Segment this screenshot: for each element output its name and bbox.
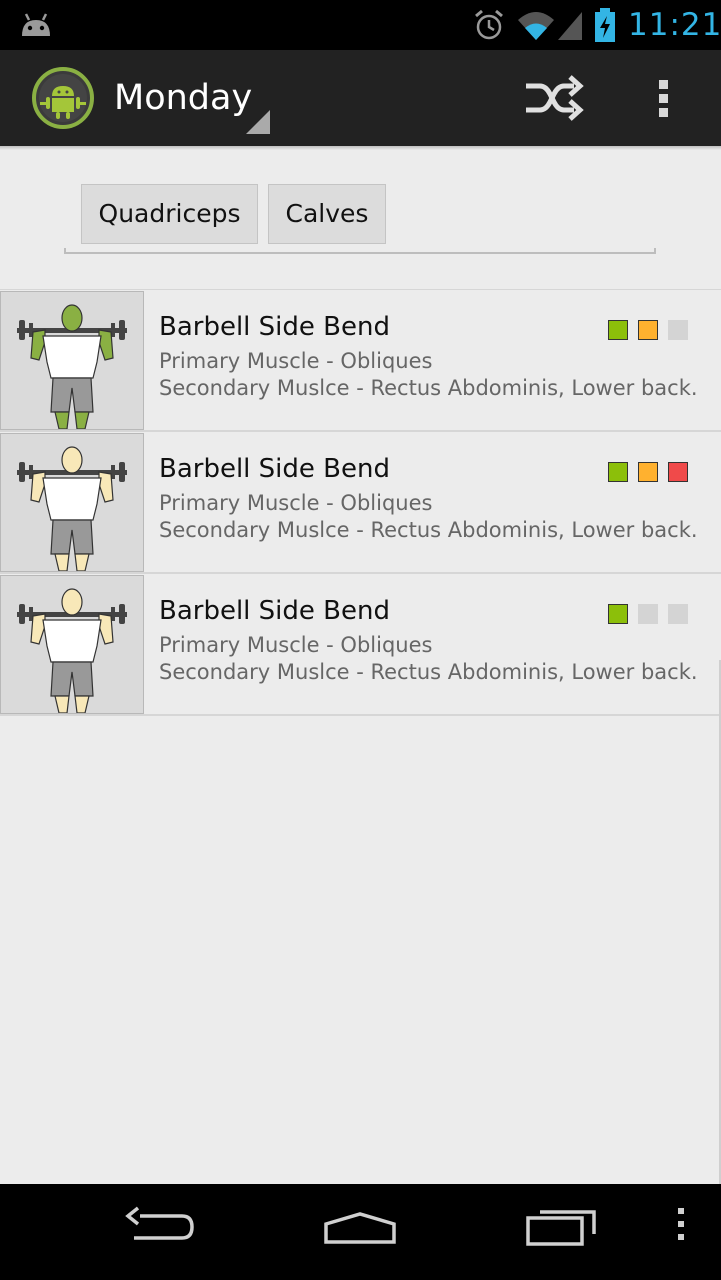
difficulty-square (668, 320, 688, 340)
difficulty-square (638, 320, 658, 340)
alarm-icon (475, 9, 503, 40)
difficulty-square (608, 462, 628, 482)
action-bar: Monday (0, 50, 721, 150)
exercise-row[interactable]: Barbell Side Bend Primary Muscle - Obliq… (0, 290, 721, 432)
exercise-thumbnail (0, 575, 144, 714)
day-label: Monday (114, 78, 253, 118)
difficulty-square (638, 462, 658, 482)
difficulty-indicator (608, 320, 690, 340)
home-icon[interactable] (320, 1206, 400, 1246)
chip-calves[interactable]: Calves (268, 184, 386, 244)
recent-apps-icon[interactable] (524, 1204, 600, 1248)
exercise-row[interactable]: Barbell Side Bend Primary Muscle - Obliq… (0, 432, 721, 574)
barbell-figure-icon (17, 588, 127, 714)
menu-icon[interactable] (672, 1204, 692, 1244)
exercise-row[interactable]: Barbell Side Bend Primary Muscle - Obliq… (0, 574, 721, 716)
chip-quadriceps[interactable]: Quadriceps (81, 184, 258, 244)
difficulty-square (668, 462, 688, 482)
difficulty-square (668, 604, 688, 624)
exercise-title: Barbell Side Bend (159, 596, 390, 626)
exercise-thumbnail (0, 291, 144, 430)
difficulty-indicator (608, 604, 690, 624)
signal-icon (558, 12, 582, 40)
exercise-list: Barbell Side Bend Primary Muscle - Obliq… (0, 289, 721, 716)
exercise-thumbnail (0, 433, 144, 572)
primary-muscle: Primary Muscle - Obliques (159, 491, 433, 515)
difficulty-indicator (608, 462, 690, 482)
overflow-menu-icon[interactable] (642, 66, 686, 130)
day-spinner[interactable]: Monday (108, 68, 272, 134)
shuffle-icon[interactable] (512, 66, 592, 130)
clock: 11:21 (628, 7, 721, 43)
chips-underline (64, 248, 656, 254)
status-bar: 11:21 (0, 0, 721, 50)
difficulty-square (638, 604, 658, 624)
muscle-filter-bar: Quadriceps Calves (64, 184, 656, 256)
difficulty-square (608, 320, 628, 340)
secondary-muscle: Secondary Muslce - Rectus Abdominis, Low… (159, 660, 698, 684)
exercise-title: Barbell Side Bend (159, 312, 390, 342)
android-logo-icon[interactable] (31, 66, 95, 130)
exercise-title: Barbell Side Bend (159, 454, 390, 484)
barbell-figure-icon (17, 304, 127, 430)
navigation-bar (0, 1184, 721, 1280)
primary-muscle: Primary Muscle - Obliques (159, 349, 433, 373)
wifi-icon (518, 12, 554, 40)
secondary-muscle: Secondary Muslce - Rectus Abdominis, Low… (159, 518, 698, 542)
difficulty-square (608, 604, 628, 624)
battery-charging-icon (595, 8, 615, 42)
back-icon[interactable] (124, 1206, 196, 1246)
android-notification-icon (22, 13, 50, 36)
primary-muscle: Primary Muscle - Obliques (159, 633, 433, 657)
secondary-muscle: Secondary Muslce - Rectus Abdominis, Low… (159, 376, 698, 400)
barbell-figure-icon (17, 446, 127, 572)
dropdown-corner-icon (246, 110, 270, 134)
